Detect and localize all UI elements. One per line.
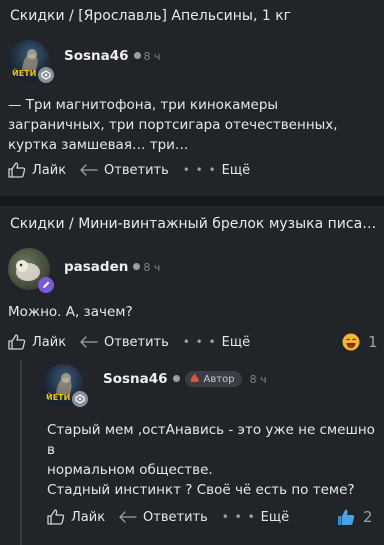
like-button[interactable]: Лайк xyxy=(8,334,66,350)
reply-button[interactable]: Ответить xyxy=(80,163,169,178)
online-dot xyxy=(133,262,141,270)
post-text: — Три магнитофона, три кинокамеры загран… xyxy=(8,97,338,153)
reply-icon xyxy=(80,164,98,176)
reply-text-line: Старый мем ,остАнавись - это уже не смеш… xyxy=(47,422,375,458)
pencil-badge-icon xyxy=(43,281,50,288)
laugh-emoji-icon xyxy=(342,333,360,351)
reply-label: Ответить xyxy=(104,334,169,350)
level-badge xyxy=(38,67,54,83)
author-tag-label: Автор xyxy=(203,374,235,385)
post-1: Скидки / [Ярославль] Апельсины, 1 кг ЙЕТ… xyxy=(0,0,384,196)
online-dot xyxy=(172,374,180,382)
avatar-logo-text: ЙЕТИ xyxy=(12,67,36,78)
like-icon xyxy=(8,334,26,350)
badge-icon xyxy=(41,70,51,80)
more-label: Ещё xyxy=(260,509,290,525)
post-2: Скидки / Мини-винтажный брелок музыка пи… xyxy=(0,206,384,545)
online-dot xyxy=(133,51,141,59)
author-name[interactable]: Sosna46 xyxy=(64,48,129,64)
level-badge xyxy=(72,391,88,407)
more-icon: • • • xyxy=(221,510,256,524)
more-button[interactable]: • • • Ещё xyxy=(183,335,250,350)
reply-label: Ответить xyxy=(143,509,208,525)
post-breadcrumb[interactable]: Скидки / Мини-винтажный брелок музыка пи… xyxy=(10,216,378,232)
reply-actions: Лайк Ответить • • • Ещё xyxy=(47,509,303,525)
reaction[interactable]: 1 xyxy=(342,333,378,351)
reply-label: Ответить xyxy=(104,162,169,178)
author-line: pasaden 8 ч xyxy=(64,259,160,275)
reply-button[interactable]: Ответить xyxy=(80,335,169,350)
author-name[interactable]: pasaden xyxy=(64,259,128,275)
post-title-link[interactable]: [Ярославль] Апельсины, 1 кг xyxy=(78,8,291,24)
reply-text-line: Стадный инстинкт ? Своё чё есть по теме? xyxy=(47,482,355,498)
author-tag: Автор xyxy=(184,371,242,387)
more-icon: • • • xyxy=(182,335,217,349)
author-name[interactable]: Sosna46 xyxy=(103,371,168,387)
reaction[interactable]: 2 xyxy=(337,508,373,526)
like-button[interactable]: Лайк xyxy=(8,162,66,178)
post-time: 8 ч xyxy=(249,373,267,386)
post-title-link[interactable]: Мини-винтажный брелок музыка писать… xyxy=(78,216,378,232)
reaction-count: 1 xyxy=(368,333,378,351)
more-button[interactable]: • • • Ещё xyxy=(222,510,289,525)
post-text: Можно. А, зачем? xyxy=(8,304,133,320)
level-badge xyxy=(38,277,54,293)
like-label: Лайк xyxy=(32,334,67,350)
post-time: 8 ч xyxy=(143,50,161,63)
like-label: Лайк xyxy=(32,162,67,178)
reply-icon xyxy=(80,336,98,348)
post-actions: Лайк Ответить • • • Ещё xyxy=(8,334,264,350)
post-actions: Лайк Ответить • • • Ещё xyxy=(8,162,264,178)
like-button[interactable]: Лайк xyxy=(47,509,105,525)
like-label: Лайк xyxy=(71,509,106,525)
reaction-count: 2 xyxy=(363,508,373,526)
more-button[interactable]: • • • Ещё xyxy=(183,163,250,178)
fire-icon xyxy=(190,373,199,382)
post-separator xyxy=(0,196,384,206)
avatar-logo-text: ЙЕТИ xyxy=(46,391,70,402)
badge-icon xyxy=(75,394,85,404)
category-link[interactable]: Скидки / xyxy=(10,216,74,232)
thumbs-up-icon xyxy=(338,509,355,525)
like-icon xyxy=(8,162,26,178)
more-label: Ещё xyxy=(221,334,251,350)
category-link[interactable]: Скидки / xyxy=(10,8,74,24)
reply-button[interactable]: Ответить xyxy=(119,510,208,525)
author-line: Sosna46 8 ч xyxy=(64,48,161,64)
like-icon xyxy=(47,509,65,525)
thread-line xyxy=(20,360,22,545)
more-label: Ещё xyxy=(221,162,251,178)
more-icon: • • • xyxy=(182,163,217,177)
post-breadcrumb[interactable]: Скидки / [Ярославль] Апельсины, 1 кг xyxy=(10,8,374,24)
reply-text-line: нормальном обществе. xyxy=(47,462,213,478)
reply-icon xyxy=(119,511,137,523)
post-time: 8 ч xyxy=(143,261,161,274)
reply-text: Старый мем ,остАнавись - это уже не смеш… xyxy=(47,420,381,500)
reply-author-line: Sosna46 Автор 8 ч xyxy=(103,371,267,387)
